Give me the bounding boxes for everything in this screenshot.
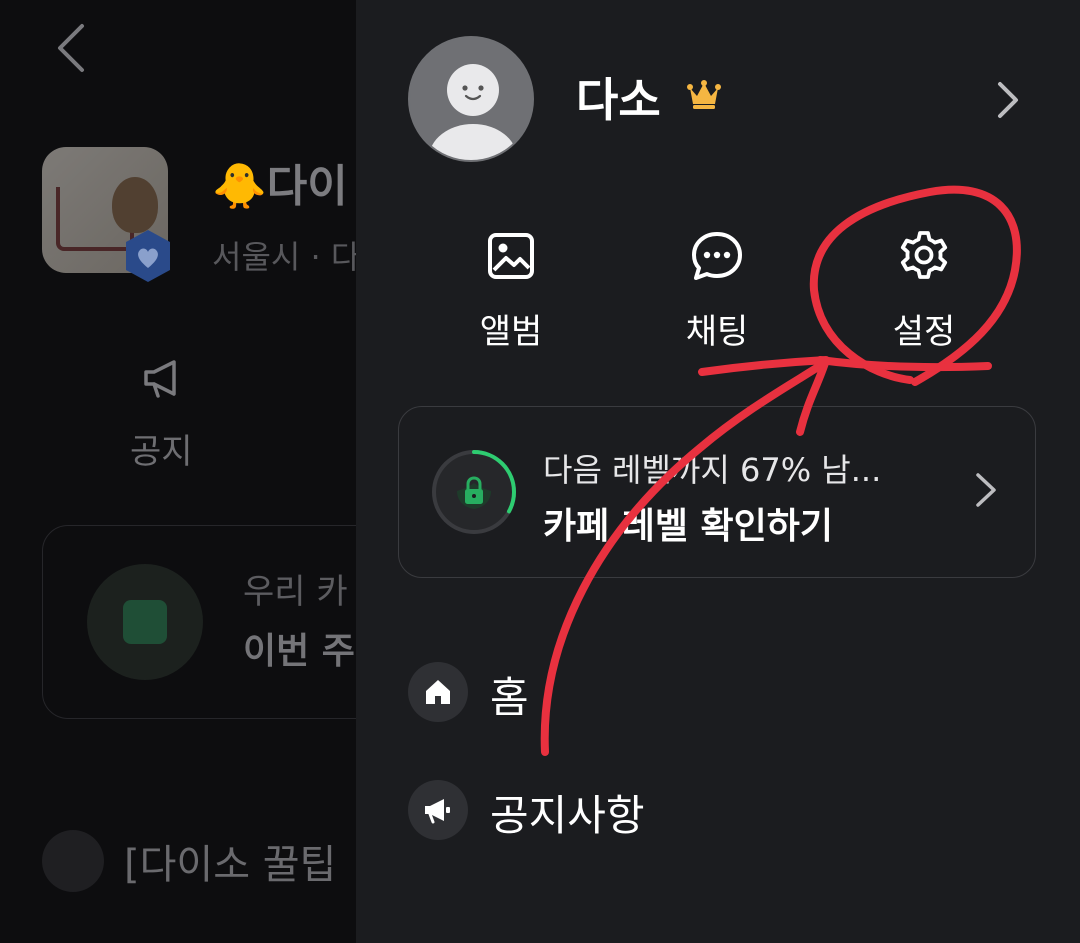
level-progress-ring (432, 450, 516, 534)
megaphone-icon[interactable] (140, 352, 190, 402)
back-arrow-icon[interactable] (50, 20, 100, 76)
crown-icon (687, 80, 721, 109)
avatar[interactable] (408, 36, 534, 162)
cafe-subtitle: 서울시 · 다 (212, 238, 356, 276)
stat-title: 이번 주 (243, 631, 355, 672)
level-progress-text: 다음 레벨까지 67% 남... (543, 451, 882, 489)
settings-button[interactable]: 설정 (844, 224, 1004, 354)
cafe-title: 🐥다이 (212, 161, 348, 212)
megaphone-icon (408, 780, 468, 840)
notice-post-title[interactable]: [다이소 꿀팁 (124, 832, 336, 890)
stat-caption: 우리 카 (243, 572, 348, 612)
cafe-level-card[interactable]: 다음 레벨까지 67% 남... 카페 레벨 확인하기 (398, 406, 1036, 578)
album-label: 앨범 (479, 312, 543, 352)
weekly-stat-card[interactable]: 우리 카 이번 주 (42, 525, 356, 719)
notice-tab-label[interactable]: 공지 (130, 424, 193, 473)
chat-bubble-icon (692, 232, 742, 280)
album-button[interactable]: 앨범 (431, 224, 591, 354)
chat-button[interactable]: 채팅 (637, 224, 797, 354)
settings-label: 설정 (892, 312, 956, 352)
gear-icon (900, 231, 948, 279)
image-icon (488, 233, 534, 279)
menu-item-home[interactable]: 홈 (408, 662, 908, 726)
menu-label-home: 홈 (490, 673, 529, 722)
chevron-right-icon (976, 473, 996, 507)
default-avatar-icon (429, 64, 517, 160)
profile-name[interactable]: 다소 (576, 64, 661, 130)
background-page: 🐥다이 서울시 · 다 공지 우리 카 이번 주 [다이소 꿀팁 (0, 0, 356, 943)
stat-chart-icon (87, 564, 203, 680)
profile-chevron-right-icon[interactable] (990, 78, 1026, 122)
megaphone-icon (42, 830, 104, 892)
chat-label: 채팅 (685, 312, 749, 352)
level-card-title: 카페 레벨 확인하기 (543, 506, 834, 547)
menu-label-notices: 공지사항 (490, 791, 645, 840)
cafe-verified-badge-icon (126, 230, 170, 282)
home-icon (408, 662, 468, 722)
menu-item-notices[interactable]: 공지사항 (408, 780, 908, 844)
side-drawer: 다소 앨범 채팅 설정 다음 레벨까지 67% 남... 카페 레벨 확인하기 … (356, 0, 1080, 943)
